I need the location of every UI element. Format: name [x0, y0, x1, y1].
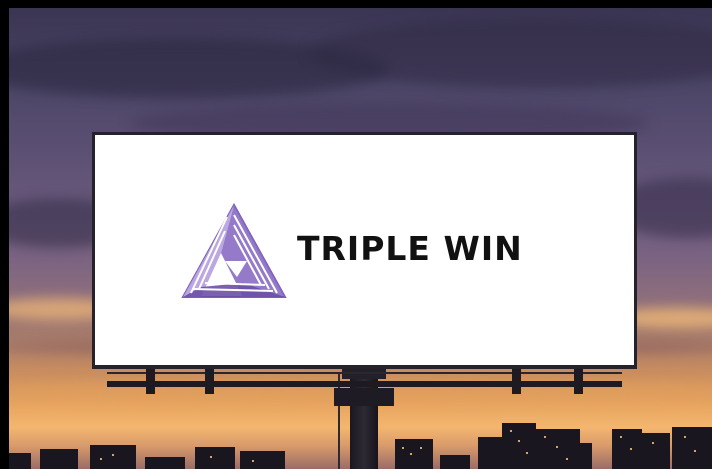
window-light [526, 452, 528, 454]
building-silhouette [672, 427, 712, 469]
window-light [652, 442, 654, 444]
building-silhouette [440, 455, 470, 469]
building-silhouette [642, 433, 670, 469]
building-silhouette [576, 443, 592, 469]
building-silhouette [612, 429, 642, 469]
window-light [684, 436, 686, 438]
building-silhouette [395, 439, 433, 469]
window-light [620, 436, 622, 438]
window-light [694, 450, 696, 452]
billboard-catwalk-rail [107, 372, 622, 374]
window-light [556, 446, 558, 448]
building-silhouette [40, 449, 78, 469]
window-light [630, 448, 632, 450]
window-light [566, 458, 568, 460]
building-silhouette [145, 457, 185, 469]
window-light [210, 456, 212, 458]
window-light [410, 453, 412, 455]
billboard-catwalk [107, 381, 622, 387]
billboard-bracket [574, 366, 583, 394]
billboard-bracket [146, 366, 155, 394]
building-silhouette [90, 445, 136, 469]
window-light [252, 460, 254, 462]
window-light [100, 458, 102, 460]
photo-scene: TRIPLE WIN [0, 0, 712, 469]
window-light [402, 447, 404, 449]
purple-triangle-logo-icon [181, 203, 287, 298]
window-light [544, 436, 546, 438]
window-light [518, 440, 520, 442]
building-silhouette [502, 423, 536, 469]
billboard-pole-cap [342, 369, 386, 379]
window-light [510, 430, 512, 432]
billboard-pole-head [334, 388, 394, 406]
window-light [420, 447, 422, 449]
brand-name: TRIPLE WIN [297, 229, 523, 268]
building-silhouette [9, 453, 31, 469]
building-silhouette [195, 447, 235, 469]
window-light [112, 454, 114, 456]
billboard-bracket [205, 366, 214, 394]
building-silhouette [532, 429, 580, 469]
billboard-bracket [512, 366, 521, 394]
building-silhouette [240, 451, 285, 469]
